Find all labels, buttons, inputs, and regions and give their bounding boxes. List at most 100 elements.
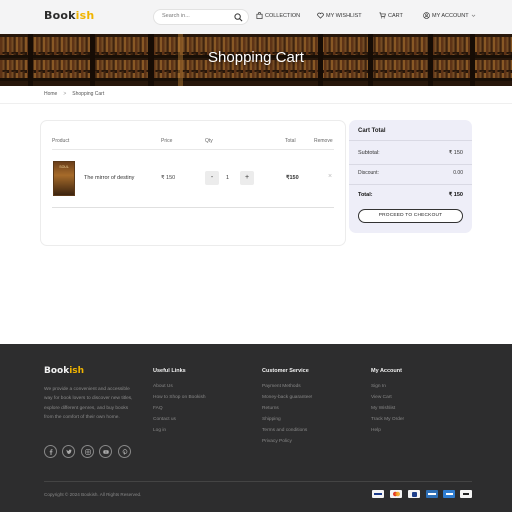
footer-link[interactable]: Payment Methods [262,384,312,395]
heart-icon [317,12,324,19]
nav-wishlist[interactable]: MY WISHLIST [317,12,362,19]
footer-link[interactable]: Help [371,428,404,439]
product-price: ₹ 150 [161,175,176,181]
user-icon [423,12,430,19]
search-box[interactable]: Search in... [153,9,249,25]
breadcrumb-home[interactable]: Home [44,91,57,97]
breadcrumb: Home > Shopping Cart [44,91,104,97]
footer-link[interactable]: Money-back guarantee! [262,395,312,406]
discount-value: 0.00 [453,170,463,176]
useful-links-title: Useful Links [153,368,186,374]
card-mark [428,493,436,495]
footer-link[interactable]: Returns [262,406,312,417]
instagram-icon[interactable] [81,445,94,458]
amex-icon [443,490,455,498]
proceed-to-checkout-button[interactable]: PROCEED TO CHECKOUT [358,209,463,223]
line-total: ₹150 [286,175,299,181]
nav-account-label: MY ACCOUNT [432,12,469,19]
divider [349,164,472,165]
cart-table: Product Price Qty Total Remove SOUL The … [40,120,346,246]
footer-link[interactable]: View Cart [371,395,404,406]
instagram-glyph [84,448,91,455]
book-cover-title: SOUL [59,165,69,169]
subtotal-label: Subtotal: [358,150,380,156]
youtube-icon[interactable] [99,445,112,458]
page-title: Shopping Cart [208,49,304,66]
nav-account[interactable]: MY ACCOUNT [423,12,476,19]
pinterest-icon[interactable] [118,445,131,458]
column-header-price: Price [161,138,173,144]
nav-collection[interactable]: COLLECTION [256,12,300,19]
divider [349,140,472,141]
column-header-qty: Qty [205,138,213,144]
site-logo[interactable]: Bookish [44,9,94,22]
column-header-remove: Remove [314,138,333,144]
card-icon [426,490,438,498]
search-icon[interactable] [234,13,243,22]
qty-value[interactable]: 1 [226,175,229,181]
breadcrumb-current: Shopping Cart [72,91,105,97]
nav-cart-label: CART [388,12,403,19]
amex-mark [445,493,453,495]
footer-link[interactable]: My Wishlist [371,406,404,417]
footer-link[interactable]: Terms and conditions [262,428,312,439]
facebook-glyph [49,448,52,455]
footer-link[interactable]: How to Shop on Bookish [153,395,206,406]
qty-increase-button[interactable]: + [240,171,254,185]
nav-collection-label: COLLECTION [265,12,301,19]
my-account-title: My Account [371,368,402,374]
bag-icon [256,12,263,19]
book-cover-image[interactable]: SOUL [53,161,75,196]
twitter-icon[interactable] [62,445,75,458]
footer-link[interactable]: About Us [153,384,206,395]
twitter-glyph [65,449,72,454]
cart-icon [379,12,386,19]
mastercard-icon [390,490,402,498]
divider [52,149,334,150]
nav-wishlist-label: MY WISHLIST [326,12,362,19]
applepay-mark [463,493,469,495]
hero-banner: Shopping Cart [0,34,512,86]
total-value: ₹ 150 [448,192,463,198]
qty-decrease-button[interactable]: - [205,171,219,185]
paypal-mark [411,491,417,497]
visa-mark [374,493,382,495]
site-header: Bookish Search in... COLLECTION MY WISHL… [0,0,512,34]
footer-link[interactable]: Shipping [262,417,312,428]
footer-link[interactable]: Contact us [153,417,206,428]
footer-link[interactable]: Log in [153,428,206,439]
youtube-glyph [102,449,109,454]
applepay-icon [460,490,472,498]
logo-accent: ish [75,9,95,22]
total-label: Total: [358,192,373,198]
chevron-down-icon [471,14,475,17]
mastercard-mark [392,491,400,497]
divider [349,184,472,185]
pinterest-glyph [122,448,127,455]
useful-links-list: About Us How to Shop on Bookish FAQ Cont… [153,384,206,439]
divider [44,481,472,482]
footer-link[interactable]: Sign In [371,384,404,395]
remove-item-button[interactable]: × [328,173,332,180]
divider [0,103,512,104]
facebook-icon[interactable] [44,445,57,458]
footer-logo-accent: ish [69,366,85,376]
visa-icon [372,490,384,498]
copyright-text: Copyright © 2024 Bookish. All Rights Res… [44,492,142,497]
summary-title: Cart Total [358,128,386,134]
cart-summary: Cart Total Subtotal: ₹ 150 Discount: 0.0… [349,120,472,233]
footer-logo-main: Book [44,366,70,376]
product-name[interactable]: The mirror of destiny [84,175,134,181]
discount-label: Discount: [358,170,379,176]
footer-link[interactable]: Privacy Policy [262,439,312,450]
footer-logo[interactable]: Bookish [44,366,84,376]
footer-link[interactable]: Track My Order [371,417,404,428]
column-header-product: Product [52,138,70,144]
column-header-total: Total [285,138,296,144]
footer-link[interactable]: FAQ [153,406,206,417]
my-account-list: Sign In View Cart My Wishlist Track My O… [371,384,404,439]
divider [52,207,334,208]
nav-cart[interactable]: CART [379,12,403,19]
search-input[interactable]: Search in... [162,13,190,19]
customer-service-list: Payment Methods Money-back guarantee! Re… [262,384,312,450]
